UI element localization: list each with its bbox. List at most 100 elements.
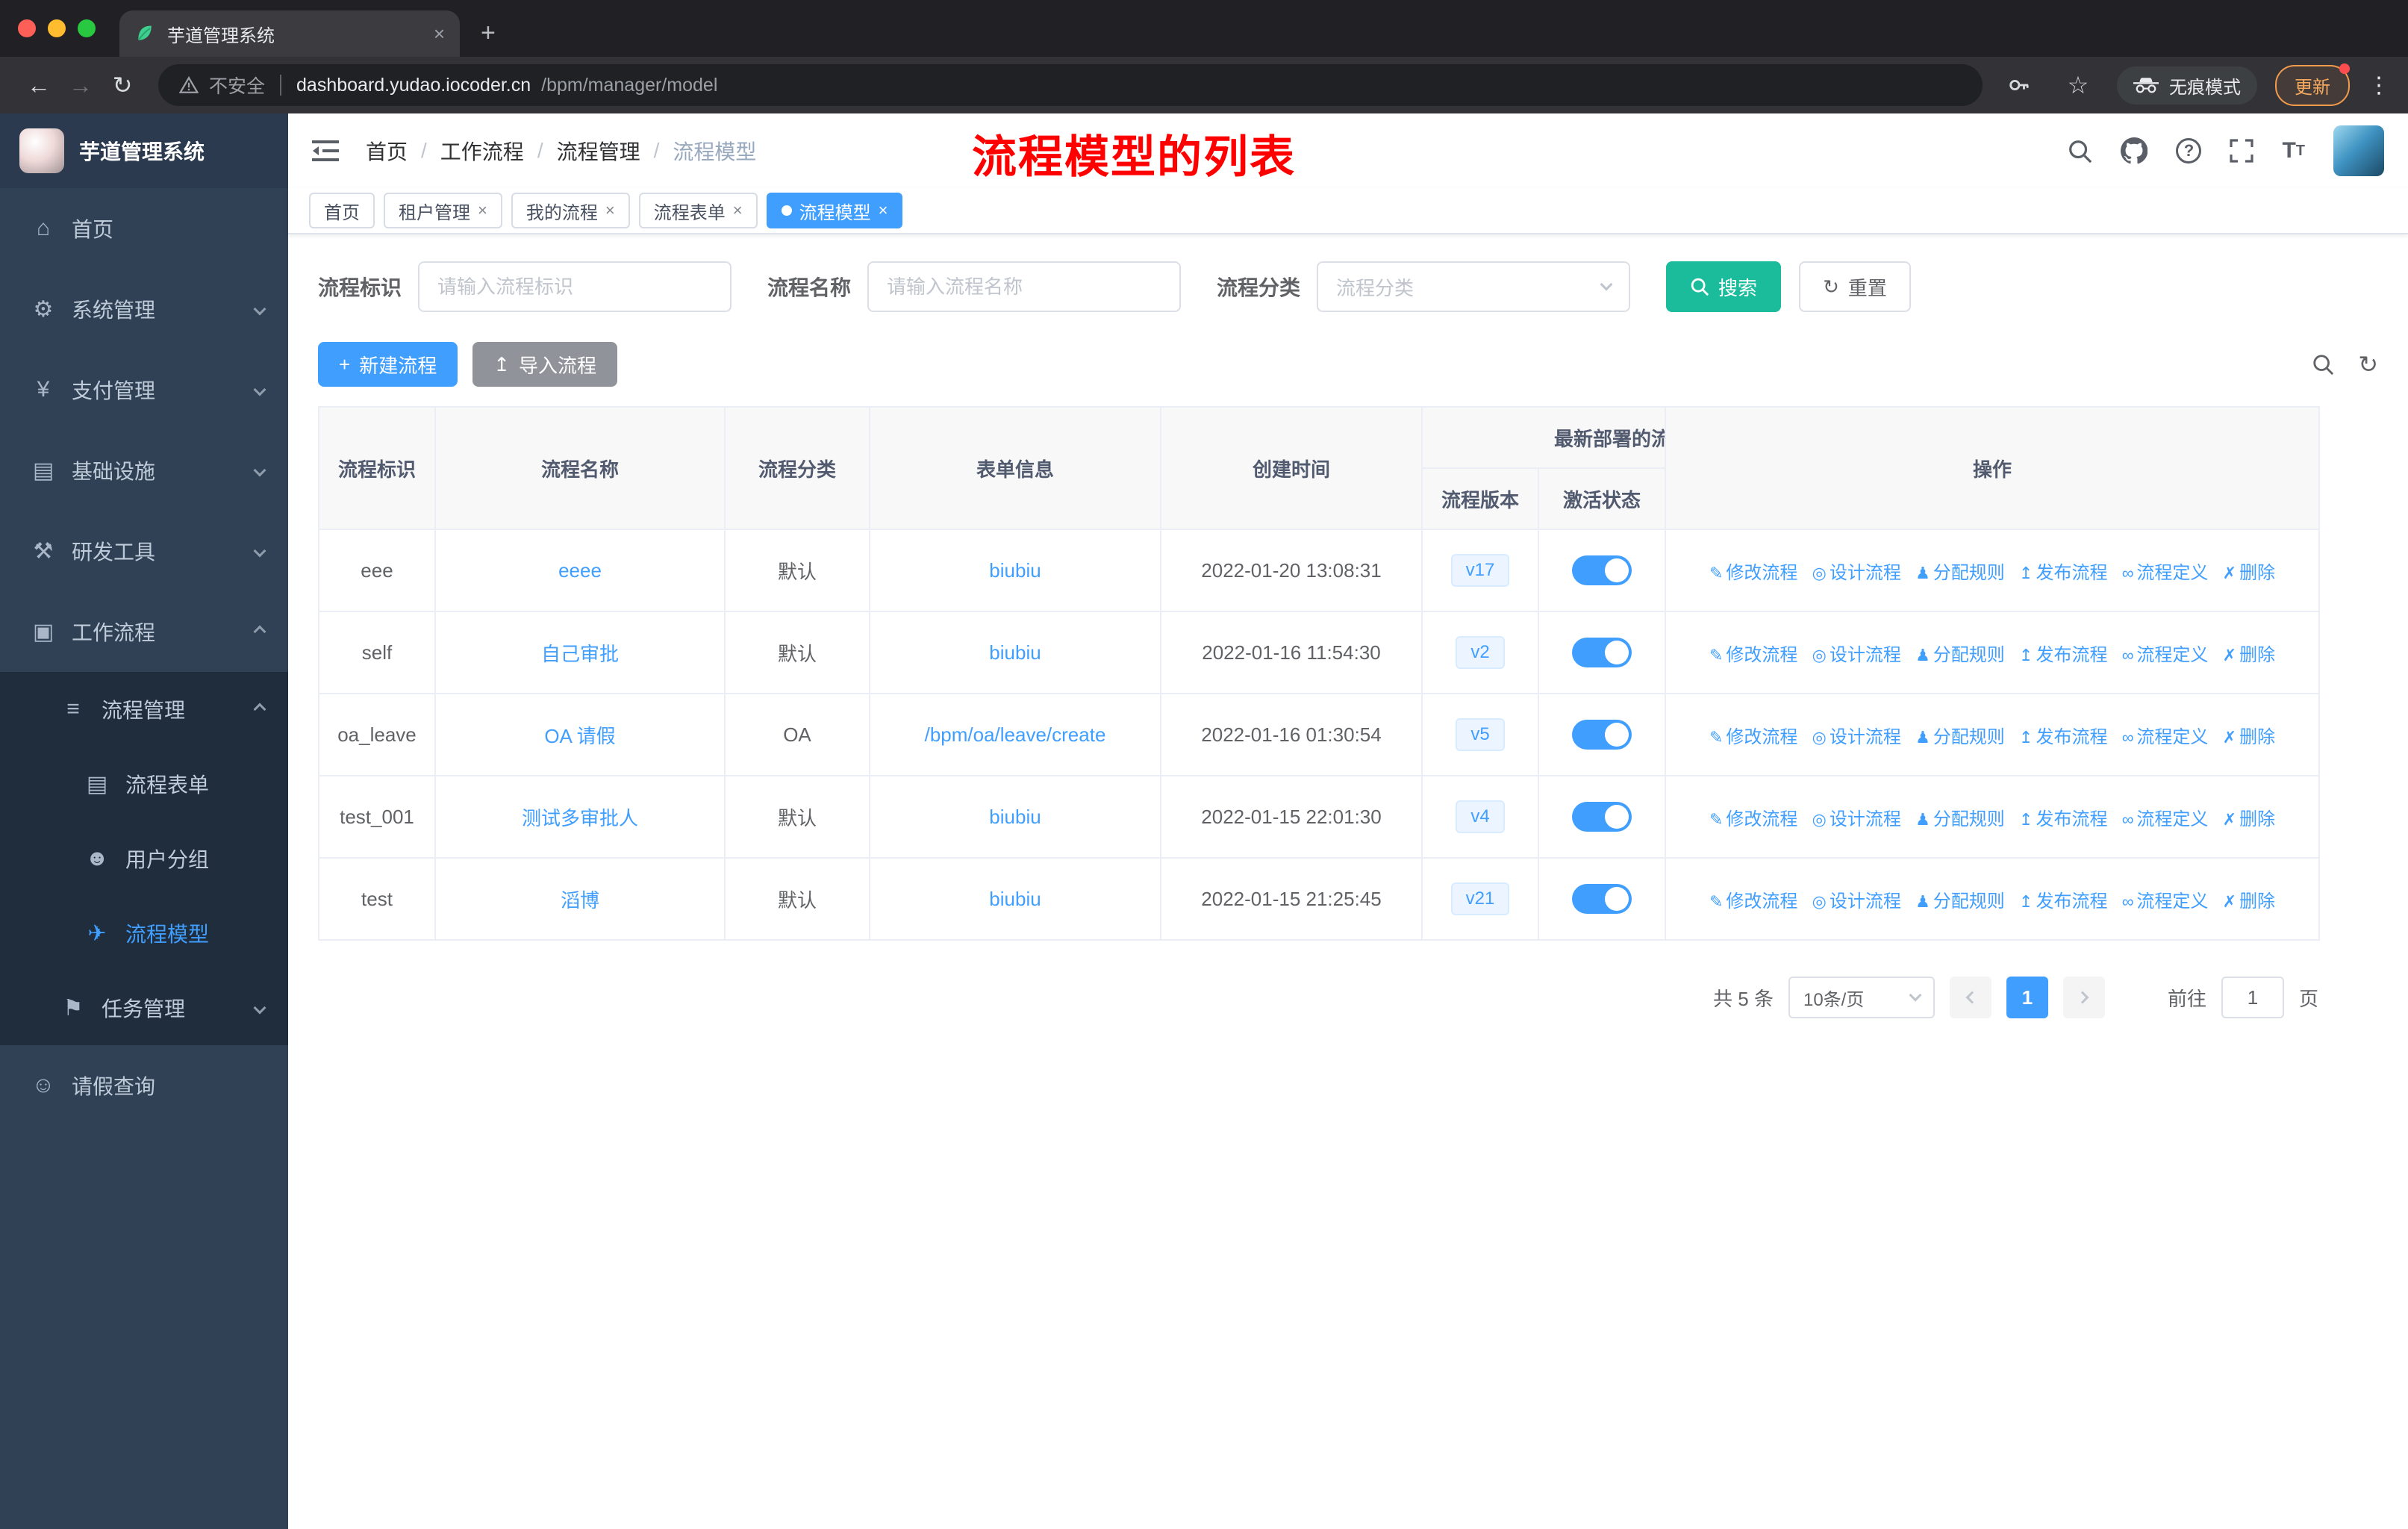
- browser-update-button[interactable]: 更新: [2275, 63, 2350, 106]
- sidebar-item-infrastructure[interactable]: ▤ 基础设施: [0, 430, 288, 511]
- tag-process-form[interactable]: 流程表单 ×: [638, 193, 758, 228]
- sidebar-item-task-management[interactable]: ⚑ 任务管理: [0, 971, 288, 1045]
- assign-rule-link[interactable]: ♟ 分配规则: [1915, 809, 2005, 829]
- current-page-button[interactable]: 1: [2006, 977, 2048, 1018]
- version-badge[interactable]: v5: [1456, 718, 1505, 751]
- design-process-link[interactable]: ◎ 设计流程: [1812, 809, 1901, 829]
- help-icon[interactable]: ?: [2176, 138, 2202, 164]
- sidebar-item-user-group[interactable]: ☻ 用户分组: [0, 821, 288, 896]
- design-process-link[interactable]: ◎ 设计流程: [1812, 645, 1901, 665]
- active-toggle[interactable]: [1572, 720, 1632, 750]
- fullscreen-icon[interactable]: [2230, 139, 2254, 163]
- back-icon[interactable]: ←: [18, 64, 60, 106]
- next-page-button[interactable]: [2062, 977, 2105, 1018]
- design-process-link[interactable]: ◎ 设计流程: [1812, 891, 1901, 912]
- process-name-link[interactable]: eeee: [558, 559, 602, 582]
- process-definition-link[interactable]: ∞ 流程定义: [2122, 645, 2209, 665]
- publish-process-link[interactable]: ↥ 发布流程: [2019, 563, 2107, 583]
- tag-home[interactable]: 首页: [309, 193, 375, 228]
- sidebar-item-dev-tools[interactable]: ⚒ 研发工具: [0, 511, 288, 591]
- form-info-link[interactable]: biubiu: [989, 641, 1041, 664]
- form-info-link[interactable]: biubiu: [989, 806, 1041, 828]
- font-size-icon[interactable]: TT: [2282, 138, 2305, 164]
- assign-rule-link[interactable]: ♟ 分配规则: [1915, 891, 2005, 912]
- sidebar-item-workflow[interactable]: ▣ 工作流程: [0, 591, 288, 672]
- publish-process-link[interactable]: ↥ 发布流程: [2019, 727, 2107, 747]
- prev-page-button[interactable]: [1949, 977, 1991, 1018]
- version-badge[interactable]: v2: [1456, 636, 1505, 669]
- close-icon[interactable]: ×: [879, 202, 888, 219]
- process-name-link[interactable]: 测试多审批人: [522, 807, 638, 829]
- github-icon[interactable]: [2121, 137, 2148, 164]
- process-definition-link[interactable]: ∞ 流程定义: [2122, 891, 2209, 912]
- tag-process-model[interactable]: 流程模型 ×: [766, 193, 903, 228]
- close-window-button[interactable]: [18, 19, 36, 37]
- browser-tab[interactable]: 芋道管理系统 ×: [119, 10, 460, 57]
- breadcrumb-item[interactable]: 首页: [366, 136, 408, 166]
- active-toggle[interactable]: [1572, 555, 1632, 585]
- publish-process-link[interactable]: ↥ 发布流程: [2019, 809, 2107, 829]
- version-badge[interactable]: v17: [1450, 554, 1510, 587]
- search-icon[interactable]: [2067, 138, 2092, 164]
- maximize-window-button[interactable]: [78, 19, 96, 37]
- browser-menu-icon[interactable]: ⋮: [2368, 72, 2390, 99]
- password-key-icon[interactable]: [1997, 64, 2039, 106]
- process-id-input[interactable]: [418, 261, 732, 312]
- close-icon[interactable]: ×: [605, 202, 615, 219]
- publish-process-link[interactable]: ↥ 发布流程: [2019, 645, 2107, 665]
- search-button[interactable]: 搜索: [1666, 261, 1782, 312]
- version-badge[interactable]: v4: [1456, 800, 1505, 833]
- delete-link[interactable]: ✗ 删除: [2223, 727, 2275, 747]
- bookmark-star-icon[interactable]: ☆: [2057, 64, 2099, 106]
- process-category-select[interactable]: 流程分类: [1317, 261, 1631, 312]
- show-search-icon[interactable]: [2312, 353, 2334, 376]
- minimize-window-button[interactable]: [48, 19, 66, 37]
- process-name-input[interactable]: [867, 261, 1182, 312]
- assign-rule-link[interactable]: ♟ 分配规则: [1915, 645, 2005, 665]
- active-toggle[interactable]: [1572, 884, 1632, 914]
- sidebar-item-process-form[interactable]: ▤ 流程表单: [0, 747, 288, 821]
- tag-tenant-management[interactable]: 租户管理 ×: [384, 193, 502, 228]
- delete-link[interactable]: ✗ 删除: [2223, 645, 2275, 665]
- sidebar-item-process-model[interactable]: ✈ 流程模型: [0, 896, 288, 971]
- sidebar-item-home[interactable]: ⌂ 首页: [0, 188, 288, 269]
- active-toggle[interactable]: [1572, 638, 1632, 667]
- sidebar-item-system-management[interactable]: ⚙ 系统管理: [0, 269, 288, 349]
- page-size-select[interactable]: 10条/页: [1788, 977, 1935, 1018]
- process-name-link[interactable]: 滔博: [561, 889, 599, 912]
- refresh-table-icon[interactable]: ↻: [2358, 350, 2378, 379]
- reload-icon[interactable]: ↻: [102, 64, 143, 106]
- assign-rule-link[interactable]: ♟ 分配规则: [1915, 563, 2005, 583]
- tab-close-icon[interactable]: ×: [434, 22, 445, 46]
- process-definition-link[interactable]: ∞ 流程定义: [2122, 809, 2209, 829]
- breadcrumb-item[interactable]: 工作流程: [440, 136, 524, 166]
- process-definition-link[interactable]: ∞ 流程定义: [2122, 563, 2209, 583]
- new-tab-button[interactable]: +: [481, 19, 496, 48]
- tag-my-process[interactable]: 我的流程 ×: [511, 193, 630, 228]
- design-process-link[interactable]: ◎ 设计流程: [1812, 563, 1901, 583]
- active-toggle[interactable]: [1572, 802, 1632, 832]
- collapse-sidebar-icon[interactable]: [312, 140, 339, 162]
- modify-process-link[interactable]: ✎ 修改流程: [1709, 809, 1797, 829]
- form-info-link[interactable]: biubiu: [989, 888, 1041, 910]
- design-process-link[interactable]: ◎ 设计流程: [1812, 727, 1901, 747]
- modify-process-link[interactable]: ✎ 修改流程: [1709, 645, 1797, 665]
- user-avatar[interactable]: [2333, 125, 2384, 176]
- modify-process-link[interactable]: ✎ 修改流程: [1709, 563, 1797, 583]
- modify-process-link[interactable]: ✎ 修改流程: [1709, 891, 1797, 912]
- process-name-link[interactable]: OA 请假: [544, 725, 615, 747]
- sidebar-item-leave-query[interactable]: ☺ 请假查询: [0, 1045, 288, 1126]
- delete-link[interactable]: ✗ 删除: [2223, 809, 2275, 829]
- close-icon[interactable]: ×: [478, 202, 487, 219]
- version-badge[interactable]: v21: [1450, 882, 1510, 915]
- delete-link[interactable]: ✗ 删除: [2223, 563, 2275, 583]
- form-info-link[interactable]: biubiu: [989, 559, 1041, 582]
- sidebar-item-process-management[interactable]: ≡ 流程管理: [0, 672, 288, 747]
- reset-button[interactable]: ↻ 重置: [1799, 261, 1911, 312]
- breadcrumb-item[interactable]: 流程管理: [557, 136, 640, 166]
- process-definition-link[interactable]: ∞ 流程定义: [2122, 727, 2209, 747]
- publish-process-link[interactable]: ↥ 发布流程: [2019, 891, 2107, 912]
- sidebar-item-payment-management[interactable]: ¥ 支付管理: [0, 349, 288, 430]
- import-process-button[interactable]: ↥ 导入流程: [472, 342, 618, 387]
- goto-page-input[interactable]: [2221, 977, 2284, 1018]
